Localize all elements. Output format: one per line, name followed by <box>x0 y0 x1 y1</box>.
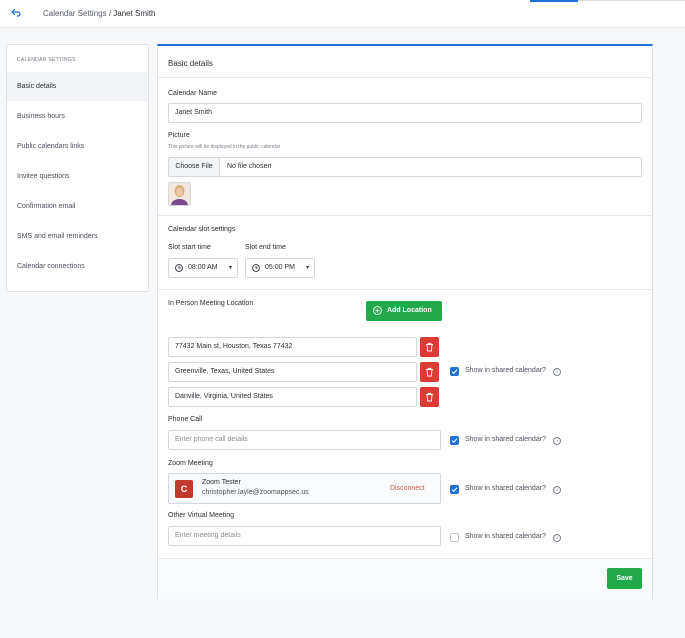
sidebar-item-basic-details[interactable]: Basic details <box>7 72 148 101</box>
panel-footer <box>158 558 652 599</box>
location-input[interactable]: Danville, Virginia, United States <box>168 387 417 407</box>
phone-show-label: Show in shared calendar? <box>465 436 546 443</box>
virtual-meeting-input[interactable]: Enter meeting details <box>168 526 441 546</box>
slot-start-value: 08:00 AM <box>188 264 218 271</box>
breadcrumb: Calendar Settings / Janet Smith <box>43 9 156 18</box>
trash-icon <box>426 392 433 402</box>
virtual-show-label: Show in shared calendar? <box>465 533 546 540</box>
zoom-show-label: Show in shared calendar? <box>465 485 546 492</box>
basic-details-panel: Basic details Calendar Name Janet Smith … <box>157 44 653 599</box>
slot-settings-title: Calendar slot settings <box>168 226 236 233</box>
sidebar-item-sms-email-reminders[interactable]: SMS and email reminders <box>7 222 148 251</box>
slot-end-value: 05:00 PM <box>265 264 295 271</box>
settings-sidebar: CALENDAR SETTINGS Basic details Business… <box>6 44 149 292</box>
in-person-show-label: Show in shared calendar? <box>465 367 546 374</box>
zoom-show-checkbox[interactable] <box>450 485 459 494</box>
checkmark-icon <box>451 487 458 493</box>
clock-icon <box>252 264 260 272</box>
sidebar-item-confirmation-email[interactable]: Confirmation email <box>7 192 148 221</box>
add-location-label: Add Location <box>387 307 432 314</box>
phone-call-input[interactable]: Enter phone call details <box>168 430 441 450</box>
in-person-show-checkbox[interactable] <box>450 367 459 376</box>
slot-end-label: Slot end time <box>245 244 286 251</box>
info-icon[interactable]: i <box>553 437 561 445</box>
sidebar-item-business-hours[interactable]: Business hours <box>7 102 148 131</box>
breadcrumb-parent[interactable]: Calendar Settings <box>43 9 107 18</box>
sidebar-item-invitee-questions[interactable]: Invitee questions <box>7 162 148 191</box>
breadcrumb-current: Janet Smith <box>113 9 156 18</box>
zoom-account-card: C Zoom Tester christopher.layle@zoomapps… <box>168 473 441 504</box>
clock-icon <box>175 264 183 272</box>
slot-end-select[interactable]: 05:00 PM ▾ <box>245 258 315 278</box>
sidebar-item-calendar-connections[interactable]: Calendar connections <box>7 252 148 281</box>
info-icon[interactable]: i <box>553 486 561 494</box>
save-button[interactable]: Save <box>607 568 642 589</box>
trash-icon <box>426 367 433 377</box>
active-tab-indicator <box>530 0 578 2</box>
chevron-down-icon: ▾ <box>228 265 232 271</box>
slot-start-label: Slot start time <box>168 244 211 251</box>
panel-title: Basic details <box>168 59 213 68</box>
info-icon[interactable]: i <box>553 534 561 542</box>
phone-show-checkbox[interactable] <box>450 436 459 445</box>
choose-file-button[interactable]: Choose File <box>169 158 220 176</box>
other-virtual-label: Other Virtual Meeting <box>168 512 235 519</box>
tab-divider <box>578 0 685 1</box>
trash-icon <box>426 342 433 352</box>
delete-location-button[interactable] <box>420 362 439 382</box>
zoom-account-logo: C <box>175 480 193 498</box>
plus-circle-icon <box>373 306 382 315</box>
file-status: No file chosen <box>227 163 272 170</box>
location-input[interactable]: 77432 Main st, Houston, Texas 77432 <box>168 337 417 357</box>
location-input[interactable]: Greenville, Texas, United States <box>168 362 417 382</box>
section-divider <box>158 215 652 216</box>
zoom-meeting-label: Zoom Meeting <box>168 460 213 467</box>
delete-location-button[interactable] <box>420 337 439 357</box>
virtual-show-checkbox[interactable] <box>450 533 459 542</box>
delete-location-button[interactable] <box>420 387 439 407</box>
top-bar: Calendar Settings / Janet Smith <box>0 0 685 28</box>
section-divider <box>158 289 652 290</box>
calendar-name-label: Calendar Name <box>168 90 218 97</box>
phone-call-label: Phone Call <box>168 416 203 423</box>
picture-file-input[interactable]: Choose File No file chosen <box>168 157 642 177</box>
picture-hint: This picture will be displayed in the pu… <box>168 144 281 150</box>
disconnect-button[interactable]: Disconnect <box>390 485 425 492</box>
avatar <box>168 182 191 206</box>
zoom-account-name: Zoom Tester <box>202 479 241 486</box>
in-person-label: In Person Meeting Location <box>168 300 254 307</box>
checkmark-icon <box>451 369 458 375</box>
panel-header: Basic details <box>158 46 652 78</box>
checkmark-icon <box>451 438 458 444</box>
sidebar-item-public-calendars-links[interactable]: Public calendars links <box>7 132 148 161</box>
picture-label: Picture <box>168 132 190 139</box>
slot-start-select[interactable]: 08:00 AM ▾ <box>168 258 238 278</box>
chevron-down-icon: ▾ <box>305 265 309 271</box>
calendar-name-input[interactable]: Janet Smith <box>168 103 642 123</box>
back-arrow-icon[interactable] <box>10 7 22 19</box>
info-icon[interactable]: i <box>553 368 561 376</box>
add-location-button[interactable]: Add Location <box>366 301 442 321</box>
sidebar-title: CALENDAR SETTINGS <box>17 57 76 63</box>
zoom-account-email: christopher.layle@zoomappsec.us <box>202 489 309 496</box>
